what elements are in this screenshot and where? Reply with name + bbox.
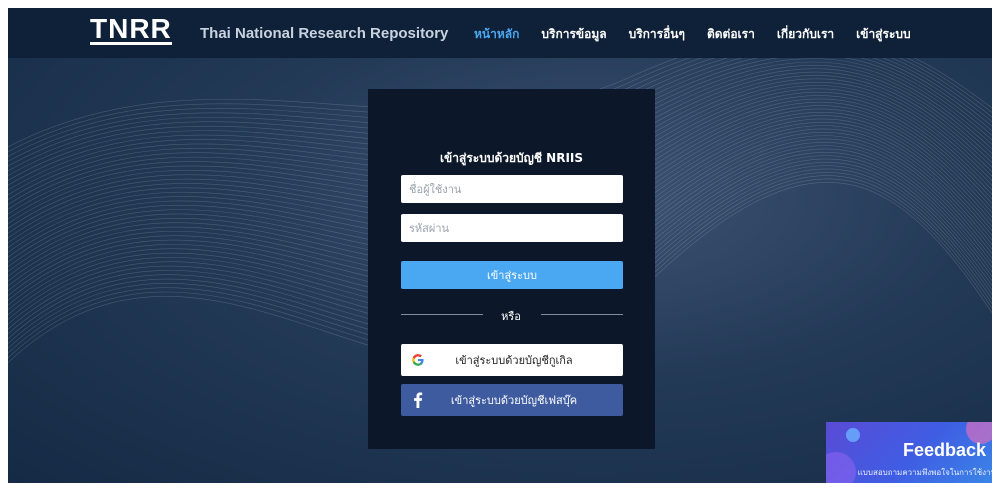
google-icon	[401, 353, 435, 367]
feedback-subtitle: แบบสอบถามความพึงพอใจในการใช้งาน	[857, 468, 992, 477]
site-logo[interactable]: TNRR	[90, 15, 172, 45]
facebook-login-button[interactable]: เข้าสู่ระบบด้วยบัญชีเฟสบุ๊ค	[401, 384, 623, 416]
google-login-label: เข้าสู่ระบบด้วยบัญชีกูเกิล	[455, 354, 573, 367]
divider-line-left	[401, 314, 483, 315]
password-input[interactable]	[401, 214, 623, 242]
menu-item-contact[interactable]: ติดต่อเรา	[707, 25, 755, 44]
menu-item-home[interactable]: หน้าหลัก	[474, 25, 519, 44]
divider-line-right	[541, 314, 623, 315]
username-input[interactable]	[401, 175, 623, 203]
login-title: เข้าสู่ระบบด้วยบัญชี NRIIS	[439, 151, 584, 165]
menu-item-login[interactable]: เข้าสู่ระบบ	[856, 25, 911, 44]
menu-item-data-services[interactable]: บริการข้อมูล	[541, 25, 606, 44]
facebook-icon	[401, 392, 435, 408]
login-button[interactable]: เข้าสู่ระบบ	[401, 261, 623, 289]
site-name: Thai National Research Repository	[200, 25, 449, 42]
feedback-title: Feedback	[902, 440, 986, 460]
top-navbar: TNRR Thai National Research Repository ห…	[8, 8, 992, 58]
menu-item-about[interactable]: เกี่ยวกับเรา	[777, 25, 834, 44]
divider-label: หรือ	[501, 310, 521, 323]
main-menu: หน้าหลัก บริการข้อมูล บริการอื่นๆ ติดต่อ…	[474, 25, 911, 44]
page-frame: TNRR Thai National Research Repository ห…	[8, 8, 992, 483]
facebook-login-label: เข้าสู่ระบบด้วยบัญชีเฟสบุ๊ค	[450, 394, 578, 407]
menu-item-other-services[interactable]: บริการอื่นๆ	[629, 25, 685, 44]
feedback-banner[interactable]: Feedback แบบสอบถามความพึงพอใจในการใช้งาน	[826, 422, 992, 483]
login-card: เข้าสู่ระบบด้วยบัญชี NRIIS เข้าสู่ระบบ ห…	[368, 89, 655, 449]
google-login-button[interactable]: เข้าสู่ระบบด้วยบัญชีกูเกิล	[401, 344, 623, 376]
